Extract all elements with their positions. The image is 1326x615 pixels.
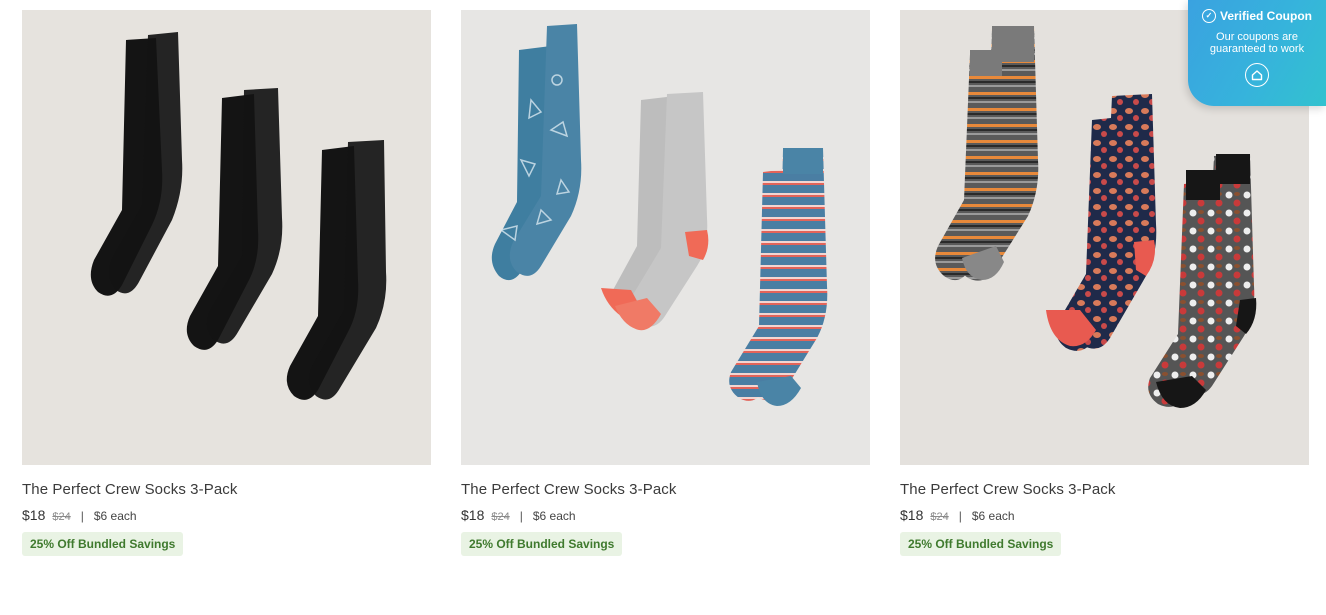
sock-image-blue-grey-striped [461, 10, 870, 465]
original-price: $24 [930, 511, 949, 523]
product-title[interactable]: The Perfect Crew Socks 3-Pack [461, 481, 870, 498]
price-separator: | [80, 509, 84, 523]
sale-price: $18 [22, 507, 46, 523]
home-icon[interactable] [1245, 63, 1269, 87]
unit-price: $6 each [532, 509, 576, 523]
product-image[interactable] [22, 10, 431, 465]
coupon-header: ✓ Verified Coupon [1188, 9, 1326, 23]
unit-price: $6 each [971, 509, 1015, 523]
savings-badge: 25% Off Bundled Savings [900, 532, 1062, 556]
savings-badge: 25% Off Bundled Savings [22, 532, 184, 556]
sock-image-black [22, 10, 431, 465]
product-title[interactable]: The Perfect Crew Socks 3-Pack [900, 481, 1309, 498]
home-icon-glyph [1251, 70, 1263, 81]
price-separator: | [519, 509, 523, 523]
price-row: $18 $24 | $6 each [461, 507, 870, 523]
price-separator: | [958, 509, 962, 523]
unit-price: $6 each [93, 509, 137, 523]
product-grid: The Perfect Crew Socks 3-Pack $18 $24 | … [22, 10, 1309, 556]
savings-badge: 25% Off Bundled Savings [461, 532, 623, 556]
product-card[interactable]: The Perfect Crew Socks 3-Pack $18 $24 | … [22, 10, 431, 556]
original-price: $24 [52, 511, 71, 523]
coupon-title: Verified Coupon [1219, 9, 1312, 23]
price-row: $18 $24 | $6 each [22, 507, 431, 523]
coupon-subtitle: Our coupons are guaranteed to work [1209, 31, 1305, 55]
price-row: $18 $24 | $6 each [900, 507, 1309, 523]
verified-coupon-widget[interactable]: ✓ Verified Coupon Our coupons are guaran… [1188, 0, 1326, 106]
original-price: $24 [491, 511, 510, 523]
product-card[interactable]: The Perfect Crew Socks 3-Pack $18 $24 | … [461, 10, 870, 556]
check-circle-icon: ✓ [1201, 9, 1216, 23]
product-title[interactable]: The Perfect Crew Socks 3-Pack [22, 481, 431, 498]
sale-price: $18 [461, 507, 485, 523]
sale-price: $18 [900, 507, 924, 523]
product-image[interactable] [461, 10, 870, 465]
